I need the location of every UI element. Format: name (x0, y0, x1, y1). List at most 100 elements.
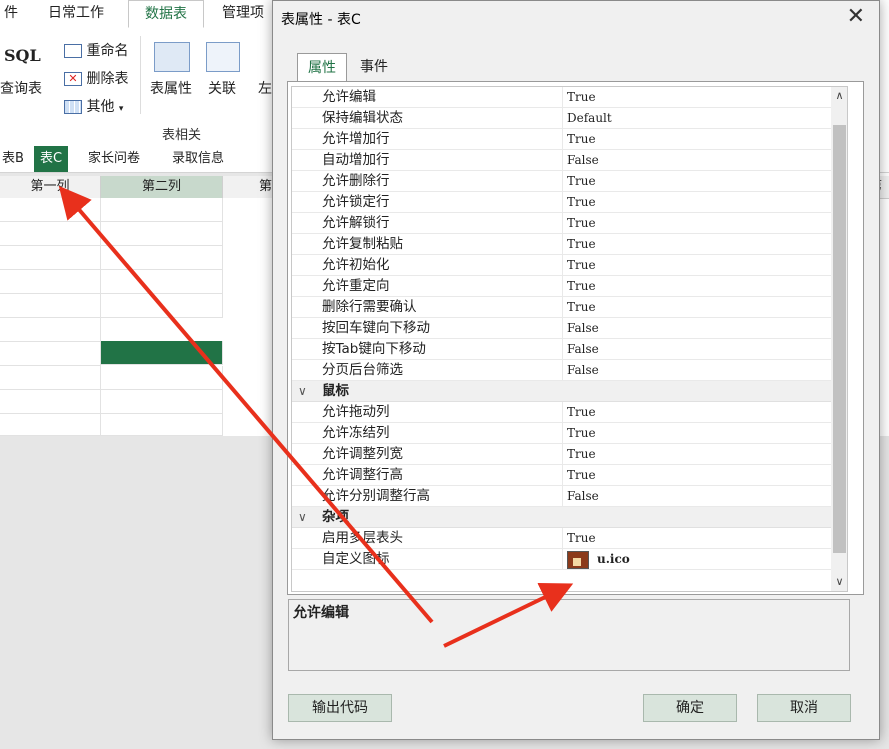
grid-cell[interactable] (0, 294, 101, 318)
property-row[interactable]: 允许复制粘贴 True (292, 234, 832, 255)
property-value[interactable]: True (562, 129, 828, 149)
cancel-button[interactable]: 取消 (757, 694, 851, 722)
grid-cell[interactable] (101, 390, 223, 414)
property-row[interactable]: 允许调整行高 True (292, 465, 832, 486)
column-header-2[interactable]: 第二列 (101, 176, 223, 198)
property-row[interactable]: 允许增加行 True (292, 129, 832, 150)
grid-cell[interactable] (0, 222, 101, 246)
property-row[interactable]: 允许拖动列 True (292, 402, 832, 423)
selected-grid-cell[interactable] (101, 341, 223, 365)
tab-events[interactable]: 事件 (349, 53, 399, 81)
property-row[interactable]: 保持编辑状态 Default (292, 108, 832, 129)
property-row[interactable]: 允许解锁行 True (292, 213, 832, 234)
sheet-tab-parent-survey[interactable]: 家长问卷 (82, 146, 146, 172)
menu-tab-file[interactable]: 件 (0, 0, 22, 28)
table-properties-button[interactable]: 表属性 (150, 78, 192, 98)
grid-cell[interactable] (101, 294, 223, 318)
export-code-button[interactable]: 输出代码 (288, 694, 392, 722)
menu-tab-daily-work[interactable]: 日常工作 (44, 0, 108, 28)
grid-cell[interactable] (101, 246, 223, 270)
sheet-tab-admission-info[interactable]: 录取信息 (166, 146, 230, 172)
grid-cell[interactable] (101, 198, 223, 222)
column-header-1[interactable]: 第一列 (0, 176, 101, 198)
property-value[interactable]: False (562, 360, 828, 380)
property-row[interactable]: 按回车键向下移动 False (292, 318, 832, 339)
property-row[interactable]: 删除行需要确认 True (292, 297, 832, 318)
tab-properties[interactable]: 属性 (297, 53, 347, 81)
grid-cell[interactable] (0, 390, 101, 414)
property-row[interactable]: 允许重定向 True (292, 276, 832, 297)
grid-cell[interactable] (0, 270, 101, 294)
ok-button[interactable]: 确定 (643, 694, 737, 722)
property-name: 允许分别调整行高 (322, 488, 430, 504)
close-icon[interactable]: ✕ (847, 5, 865, 29)
chevron-down-icon[interactable]: ∨ (298, 507, 307, 527)
property-value[interactable]: True (562, 297, 828, 317)
property-value[interactable]: True (562, 423, 828, 443)
grid-cell[interactable] (0, 198, 101, 222)
property-row[interactable]: 自定义图标 u.ico (292, 549, 832, 570)
grid-cell[interactable] (0, 342, 101, 366)
grid-cell[interactable] (101, 414, 223, 436)
property-value[interactable]: True (562, 444, 828, 464)
property-row[interactable]: 允许冻结列 True (292, 423, 832, 444)
delete-table-button[interactable]: ✕ 删除表 (64, 68, 128, 88)
grid-cell[interactable] (101, 270, 223, 294)
grid-cell[interactable] (0, 366, 101, 390)
property-row[interactable]: 允许编辑 True (292, 87, 832, 108)
sheet-tab-b[interactable]: 表B (0, 146, 30, 172)
property-row[interactable]: 允许删除行 True (292, 171, 832, 192)
property-value[interactable]: Default (562, 108, 828, 128)
chevron-down-icon[interactable]: ∨ (298, 381, 307, 401)
property-name: 允许锁定行 (322, 194, 390, 210)
scroll-down-icon[interactable]: ∨ (831, 573, 847, 591)
left-button-partial[interactable]: 左 (258, 78, 272, 98)
property-name: 自动增加行 (322, 152, 390, 168)
property-row[interactable]: 按Tab键向下移动 False (292, 339, 832, 360)
menu-tab-management[interactable]: 管理项 (218, 0, 268, 28)
grid-cell[interactable] (0, 246, 101, 270)
delete-table-icon: ✕ (64, 72, 82, 86)
property-value[interactable]: False (562, 486, 828, 506)
grid-cell[interactable] (0, 318, 101, 342)
sheet-tab-c[interactable]: 表C (34, 146, 69, 172)
property-value[interactable]: True (562, 528, 828, 548)
relation-button[interactable]: 关联 (208, 78, 236, 98)
property-value[interactable]: True (562, 402, 828, 422)
property-name: 启用多层表头 (322, 530, 403, 546)
property-row[interactable]: 启用多层表头 True (292, 528, 832, 549)
scroll-thumb[interactable] (833, 125, 846, 553)
menu-tab-data-table[interactable]: 数据表 (128, 0, 204, 28)
property-value[interactable]: True (562, 213, 828, 233)
rename-button[interactable]: 重命名 (64, 40, 128, 60)
other-dropdown[interactable]: 其他 ▾ (64, 96, 123, 116)
property-value[interactable]: True (562, 465, 828, 485)
grid-cell[interactable] (101, 366, 223, 390)
property-row[interactable]: 允许初始化 True (292, 255, 832, 276)
property-row[interactable]: 分页后台筛选 False (292, 360, 832, 381)
grid-cell[interactable] (0, 414, 101, 436)
column-header-3[interactable]: 第 (223, 176, 273, 198)
property-value-icon[interactable]: u.ico (562, 549, 828, 569)
property-row[interactable]: 允许锁定行 True (292, 192, 832, 213)
scroll-up-icon[interactable]: ∧ (831, 87, 847, 105)
property-grid-scrollbar[interactable]: ∧ ∨ (831, 87, 847, 591)
property-name: 允许删除行 (322, 173, 390, 189)
property-value[interactable]: False (562, 339, 828, 359)
property-value[interactable]: True (562, 234, 828, 254)
property-value[interactable]: True (562, 276, 828, 296)
property-value[interactable]: False (562, 318, 828, 338)
property-value[interactable]: False (562, 150, 828, 170)
property-value[interactable]: True (562, 255, 828, 275)
property-value[interactable]: True (562, 171, 828, 191)
category-misc[interactable]: ∨ 杂项 (292, 507, 832, 528)
category-mouse[interactable]: ∨ 鼠标 (292, 381, 832, 402)
grid-cell[interactable] (101, 222, 223, 246)
property-value[interactable]: True (562, 192, 828, 212)
property-value[interactable]: True (562, 87, 828, 107)
query-table-button[interactable]: 查询表 (0, 78, 42, 98)
property-row[interactable]: 允许调整列宽 True (292, 444, 832, 465)
house-icon (567, 550, 589, 569)
property-row[interactable]: 自动增加行 False (292, 150, 832, 171)
property-row[interactable]: 允许分别调整行高 False (292, 486, 832, 507)
